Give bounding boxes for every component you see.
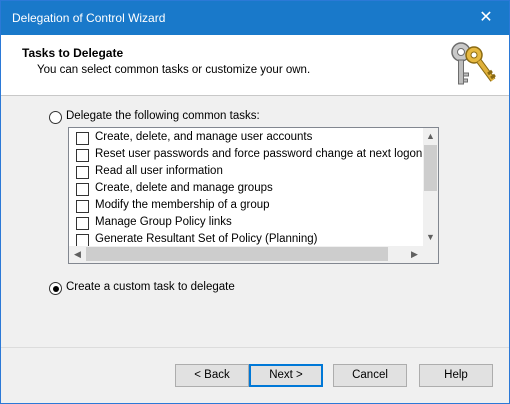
horizontal-scrollbar[interactable]: ◀ ▶: [69, 246, 423, 263]
scroll-right-icon[interactable]: ▶: [406, 246, 423, 263]
vertical-scroll-thumb[interactable]: [424, 145, 437, 191]
window-title: Delegation of Control Wizard: [12, 11, 166, 25]
task-checkbox[interactable]: [76, 132, 89, 145]
wizard-header: Tasks to Delegate You can select common …: [1, 35, 509, 96]
next-button[interactable]: Next >: [249, 364, 323, 387]
task-label: Manage Group Policy links: [95, 216, 232, 228]
tasks-listbox[interactable]: Create, delete, and manage user accounts…: [68, 127, 439, 264]
page-title: Tasks to Delegate: [22, 46, 124, 60]
task-checkbox[interactable]: [76, 200, 89, 213]
back-button[interactable]: < Back: [175, 364, 249, 387]
scroll-up-icon[interactable]: ▲: [423, 128, 438, 145]
task-label: Create, delete and manage groups: [95, 182, 273, 194]
custom-task-radio[interactable]: [49, 282, 62, 295]
task-label: Generate Resultant Set of Policy (Planni…: [95, 233, 318, 245]
page-subtitle: You can select common tasks or customize…: [37, 64, 311, 76]
horizontal-scroll-thumb[interactable]: [86, 247, 388, 261]
title-bar[interactable]: Delegation of Control Wizard ✕: [1, 1, 509, 35]
cancel-button[interactable]: Cancel: [333, 364, 407, 387]
scroll-left-icon[interactable]: ◀: [69, 246, 86, 263]
task-checkbox[interactable]: [76, 217, 89, 230]
common-tasks-radio[interactable]: [49, 111, 62, 124]
vertical-scrollbar[interactable]: ▲ ▼: [423, 128, 438, 246]
task-checkbox[interactable]: [76, 149, 89, 162]
footer-divider: [1, 347, 509, 348]
help-button[interactable]: Help: [419, 364, 493, 387]
wizard-window: Delegation of Control Wizard ✕ Tasks to …: [0, 0, 510, 404]
scrollbar-corner: [423, 246, 438, 263]
task-checkbox[interactable]: [76, 183, 89, 196]
task-label: Reset user passwords and force password …: [95, 148, 423, 160]
task-checkbox[interactable]: [76, 166, 89, 179]
task-label: Modify the membership of a group: [95, 199, 270, 211]
task-label: Read all user information: [95, 165, 223, 177]
close-icon[interactable]: ✕: [463, 1, 509, 35]
task-label: Create, delete, and manage user accounts: [95, 131, 313, 143]
keys-icon: [451, 42, 496, 85]
common-tasks-label: Delegate the following common tasks:: [66, 110, 260, 122]
custom-task-label: Create a custom task to delegate: [66, 281, 235, 293]
scroll-down-icon[interactable]: ▼: [423, 229, 438, 246]
